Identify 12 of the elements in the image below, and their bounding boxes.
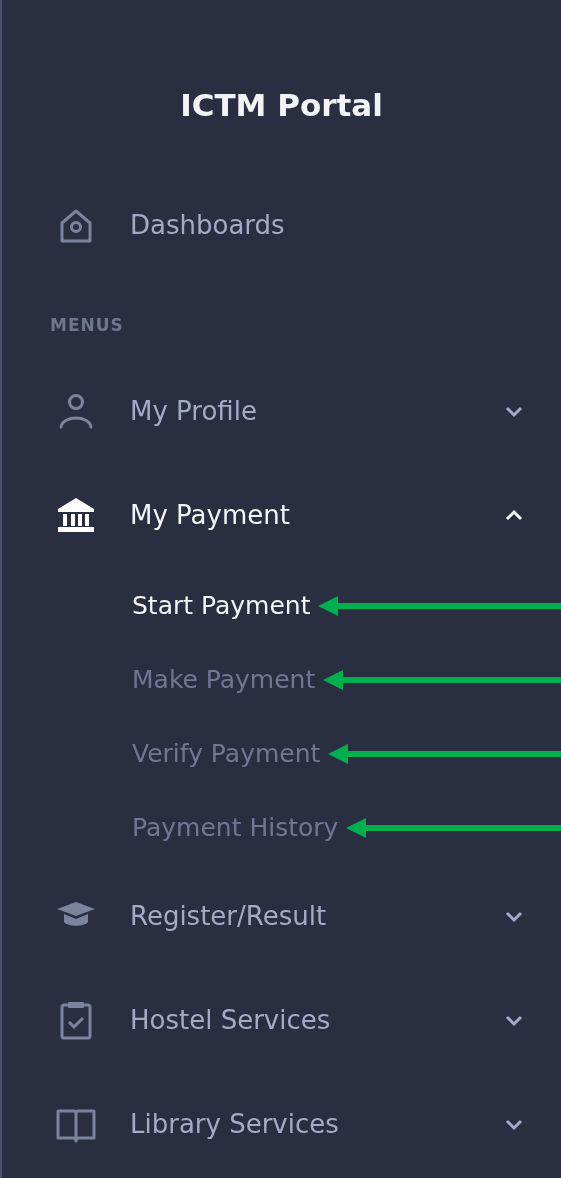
menu-item[interactable]: Hostel Services bbox=[2, 992, 561, 1048]
submenu-link[interactable]: Payment History bbox=[132, 809, 339, 847]
submenu-link[interactable]: Verify Payment bbox=[132, 735, 321, 773]
submenu-link[interactable]: Make Payment bbox=[132, 661, 316, 699]
menu-item[interactable]: Register/Result bbox=[2, 888, 561, 944]
menu-item[interactable]: Library Services bbox=[2, 1096, 561, 1152]
menu-item[interactable]: Dashboards bbox=[2, 197, 561, 253]
section-heading: MENUS bbox=[50, 315, 124, 335]
submenu-link[interactable]: Start Payment bbox=[132, 587, 311, 625]
menu-item[interactable]: My Payment bbox=[2, 487, 561, 543]
menu-item[interactable]: My Profile bbox=[2, 383, 561, 439]
portal-title: ICTM Portal bbox=[180, 86, 383, 125]
